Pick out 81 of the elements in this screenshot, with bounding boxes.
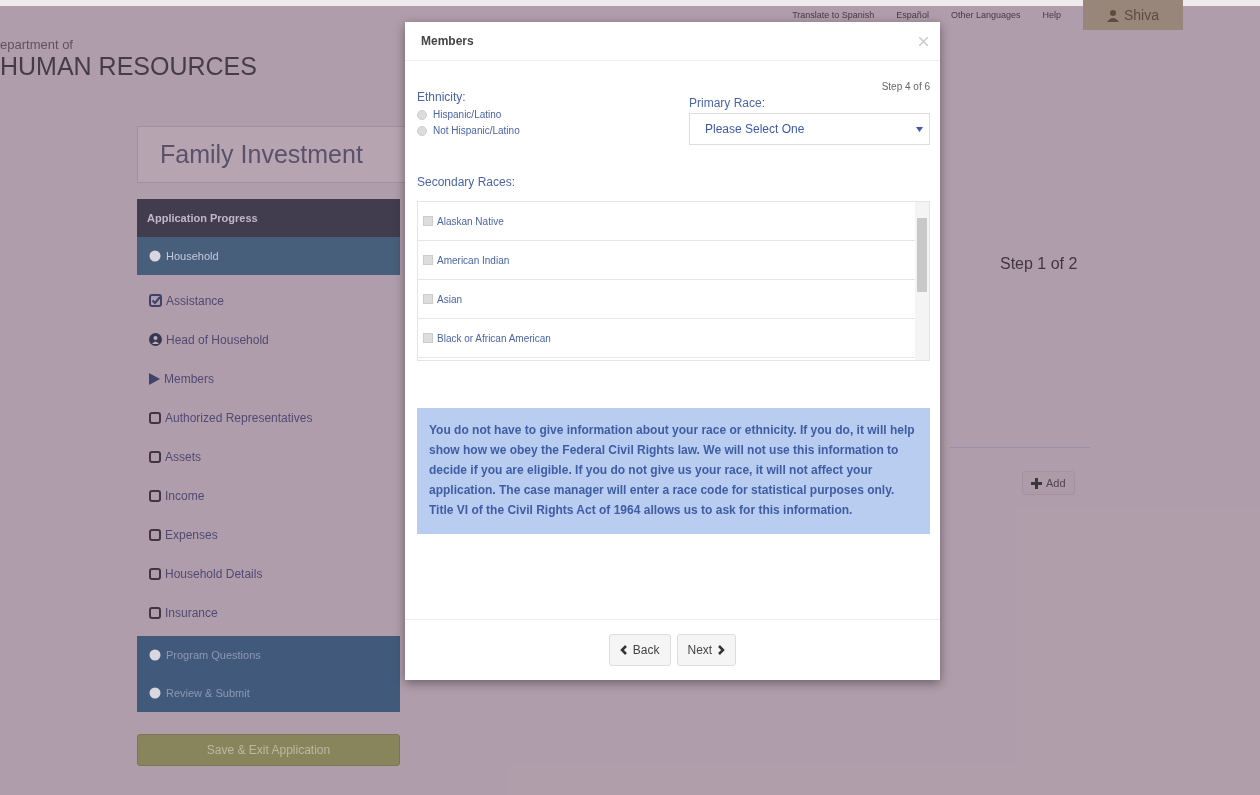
secondary-races-label: Secondary Races: [417, 175, 517, 189]
radio-button[interactable] [417, 109, 427, 120]
checkmark-icon [149, 294, 162, 307]
checkbox-icon [149, 567, 161, 580]
checkbox-icon [149, 489, 161, 502]
sidebar-item[interactable]: Assistance [137, 281, 400, 320]
sidebar-item[interactable]: Income [137, 476, 400, 515]
sidebar-item[interactable]: Authorized Representatives [137, 398, 400, 437]
modal-title: Members [421, 34, 474, 48]
section-icon [149, 250, 161, 262]
caret-icon [916, 126, 923, 132]
checkbox[interactable] [423, 255, 433, 265]
race-option[interactable]: Black or African American [418, 319, 915, 358]
race-label: American Indian [437, 254, 510, 266]
checkbox[interactable] [423, 333, 433, 343]
page-title: Family Investment [160, 140, 363, 169]
plus-icon [1031, 477, 1042, 489]
sidebar-item[interactable]: Insurance [137, 593, 400, 632]
section-icon [149, 687, 161, 699]
user-icon [1106, 8, 1119, 22]
section-icon [149, 649, 161, 661]
item-label: Assets [165, 449, 201, 464]
nav-link[interactable]: Translate to Spanish [792, 10, 875, 20]
ethnicity-label: Ethnicity: [417, 90, 467, 104]
race-label: Alaskan Native [437, 215, 504, 227]
race-option[interactable]: American Indian [418, 241, 915, 280]
sidebar-item[interactable]: Assets [137, 437, 400, 476]
radio-option[interactable]: Hispanic/Latino [417, 109, 639, 120]
scrollbar[interactable] [915, 202, 929, 360]
triangle-icon [149, 372, 160, 385]
nav-link[interactable]: Help [1042, 10, 1061, 20]
item-label: Income [165, 488, 205, 503]
sidebar-section[interactable]: Program Questions [137, 636, 400, 674]
checkbox-icon [149, 450, 161, 463]
checkbox-icon [149, 411, 161, 424]
nav-link[interactable]: Español [896, 10, 929, 20]
agency-title: HUMAN RESOURCES [0, 52, 257, 80]
department-label: epartment of [0, 38, 74, 52]
nav-link[interactable]: Other Languages [950, 10, 1021, 20]
primary-race-label: Primary Race: [689, 96, 766, 110]
checkbox[interactable] [423, 294, 433, 304]
item-label: Head of Household [166, 332, 269, 347]
sidebar-section[interactable]: Household [137, 237, 400, 275]
next-button[interactable]: Next [676, 634, 737, 666]
sidebar-item[interactable]: Head of Household [137, 320, 400, 359]
item-label: Members [164, 371, 214, 386]
race-label: Asian [437, 293, 462, 305]
back-button[interactable]: Back [608, 634, 671, 666]
sidebar-item[interactable]: Expenses [137, 515, 400, 554]
checkbox[interactable] [423, 216, 433, 226]
sidebar-item[interactable]: Members [137, 359, 400, 398]
sidebar-item[interactable]: Household Details [137, 554, 400, 593]
chevron-right-icon [718, 645, 726, 655]
radio-label: Hispanic/Latino [433, 109, 502, 120]
add-button[interactable]: Add [1022, 471, 1075, 495]
chevron-left-icon [619, 645, 627, 655]
item-label: Insurance [165, 605, 218, 620]
radio-option[interactable]: Not Hispanic/Latino [417, 125, 639, 136]
race-option[interactable]: Asian [418, 280, 915, 319]
item-label: Authorized Representatives [165, 410, 313, 425]
step-indicator: Step 1 of 2 [1000, 255, 1078, 273]
item-label: Household Details [165, 566, 263, 581]
item-label: Assistance [166, 293, 225, 308]
sidebar-heading: Application Progress [137, 199, 400, 237]
primary-race-dropdown[interactable]: Please Select One [689, 113, 930, 145]
sidebar-section[interactable]: Review & Submit [137, 674, 400, 712]
person-circle-icon [149, 333, 162, 346]
user-menu-button[interactable]: Shiva [1082, 0, 1183, 30]
checkbox-icon [149, 528, 161, 541]
item-label: Expenses [165, 527, 218, 542]
checkbox-icon [149, 606, 161, 619]
modal-step-indicator: Step 4 of 6 [880, 81, 930, 92]
race-option[interactable]: Alaskan Native [418, 202, 915, 241]
radio-button[interactable] [417, 125, 427, 136]
section-label: Review & Submit [166, 687, 250, 699]
info-notice: You do not have to give information about your race or ethnicity. If you do, it will help show how we obey the Federal Civil Rights law. We will not use this information to decide if you are eligible. If you do not give us your race, it will not affect your application. The case manager will enter a race code for statistical purposes only. Title VI of the Civil Rights Act of 1964 allows us to ask for this information. [417, 408, 930, 534]
radio-label: Not Hispanic/Latino [433, 125, 520, 136]
section-label: Household [166, 250, 219, 262]
close-icon[interactable] [919, 36, 928, 46]
race-label: Black or African American [437, 332, 551, 344]
section-label: Program Questions [166, 649, 261, 661]
